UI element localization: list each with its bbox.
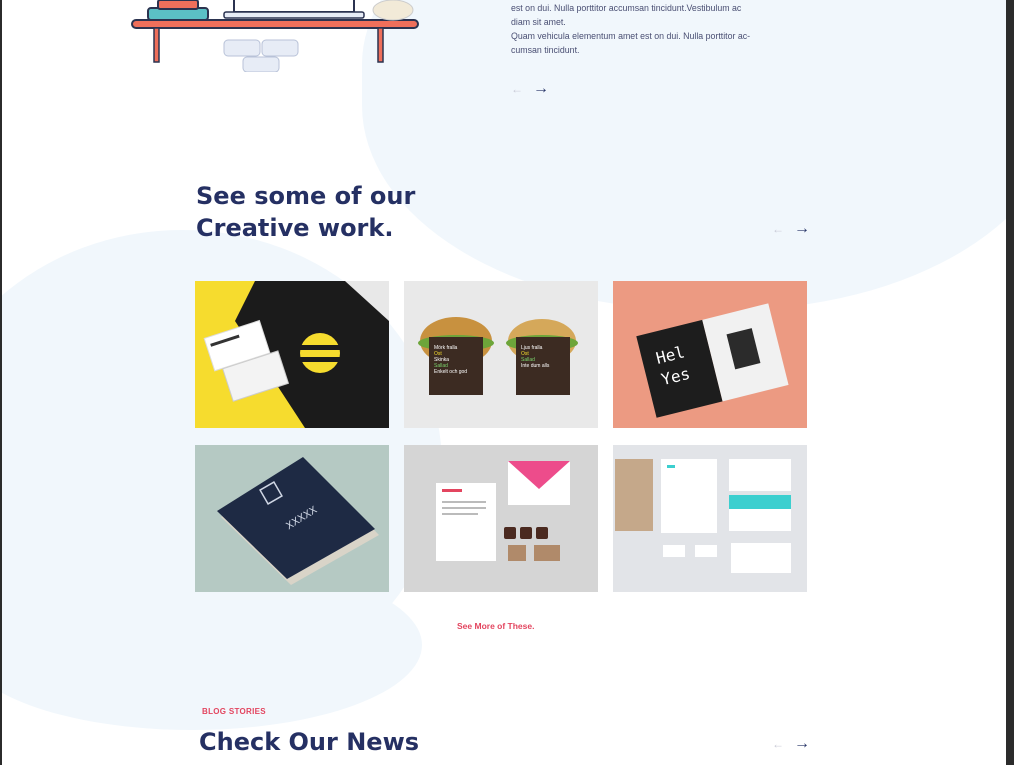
brochure-image: Hel Yes [613,281,807,428]
box-text: Enkelt och god [434,369,467,375]
portfolio-tile-pink-stationery[interactable] [404,445,598,592]
work-title-line: Creative work. [196,214,394,242]
next-arrow-icon[interactable]: → [794,735,810,753]
teal-stationery-image [613,445,807,592]
news-section-title: Check Our News [199,728,420,756]
intro-line: cumsan tincidunt. [511,45,580,55]
business-cards-image [195,281,389,428]
blog-stories-kicker: BLOG STORIES [202,707,266,716]
prev-arrow-icon[interactable]: ← [772,737,784,751]
prev-arrow-icon[interactable]: ← [511,82,523,96]
news-arrows: ← → [772,735,810,753]
portfolio-tile-sandwich-packaging[interactable]: Mörk fralla Ost Skinka Sallad Enkelt och… [404,281,598,428]
pink-stationery-image [404,445,598,592]
work-arrows: ← → [772,220,810,238]
portfolio-tile-brochure[interactable]: Hel Yes [613,281,807,428]
desk-illustration [131,0,419,72]
work-title-line: See some of our [196,182,416,210]
box-text: Inte dum alls [521,363,550,369]
sandwich-packaging-image: Mörk fralla Ost Skinka Sallad Enkelt och… [404,281,598,428]
work-section-title: See some of our Creative work. [196,180,415,244]
portfolio-tile-book[interactable]: XXXXX [195,445,389,592]
page: est on dui. Nulla porttitor accumsan tin… [2,0,1006,765]
book-image: XXXXX [195,445,389,592]
intro-paragraph: est on dui. Nulla porttitor accumsan tin… [511,0,811,58]
next-arrow-icon[interactable]: → [533,80,549,98]
portfolio-tile-teal-stationery[interactable] [613,445,807,592]
see-more-link[interactable]: See More of These. [457,621,534,631]
next-arrow-icon[interactable]: → [794,220,810,238]
intro-arrows: ← → [511,80,549,98]
portfolio-tile-business-cards[interactable] [195,281,389,428]
prev-arrow-icon[interactable]: ← [772,222,784,236]
